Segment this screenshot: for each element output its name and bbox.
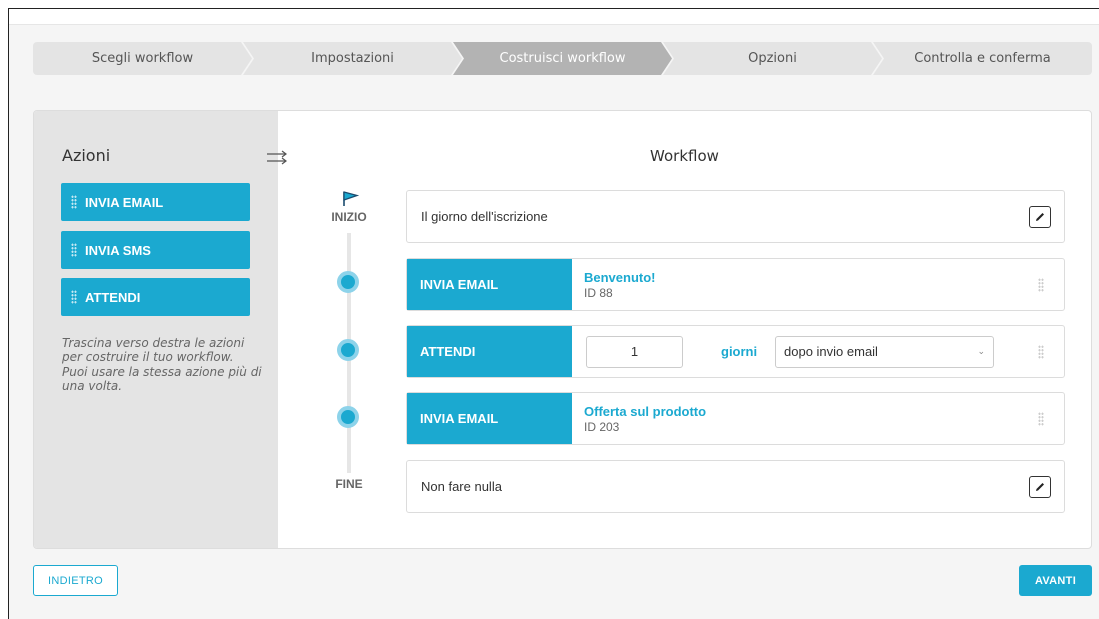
step-scegli-workflow[interactable]: Scegli workflow bbox=[33, 42, 252, 75]
select-value: dopo invio email bbox=[784, 344, 878, 359]
drag-handle-icon bbox=[71, 243, 77, 257]
workflow-start-row: Il giorno dell'iscrizione bbox=[406, 190, 1065, 243]
workflow-step-row[interactable]: INVIA EMAIL Offerta sul prodotto ID 203 bbox=[406, 392, 1065, 445]
next-button[interactable]: AVANTI bbox=[1019, 565, 1092, 596]
workflow-builder-panel: Azioni INVIA EMAIL INVIA SMS ATTENDI Tra… bbox=[33, 110, 1092, 549]
drag-handle-icon[interactable] bbox=[1038, 411, 1044, 426]
pencil-icon bbox=[1036, 482, 1044, 491]
start-trigger-text: Il giorno dell'iscrizione bbox=[421, 209, 548, 224]
edit-end-button[interactable] bbox=[1029, 475, 1051, 498]
wait-condition-select[interactable]: dopo invio email ⌄ bbox=[775, 335, 994, 368]
app-frame: Scegli workflow Impostazioni Costruisci … bbox=[8, 8, 1099, 619]
timeline-node bbox=[337, 339, 359, 361]
step-label: Impostazioni bbox=[311, 51, 394, 66]
actions-sidebar: Azioni INVIA EMAIL INVIA SMS ATTENDI Tra… bbox=[34, 111, 278, 548]
step-opzioni[interactable]: Opzioni bbox=[663, 42, 882, 75]
step-label: Scegli workflow bbox=[91, 51, 194, 66]
email-id: ID 203 bbox=[584, 419, 620, 434]
edit-start-button[interactable] bbox=[1029, 205, 1051, 228]
email-title-link[interactable]: Benvenuto! bbox=[584, 270, 1038, 285]
drag-handle-icon[interactable] bbox=[1038, 277, 1044, 292]
timeline-node bbox=[337, 271, 359, 293]
wait-amount-input[interactable] bbox=[586, 335, 683, 368]
timeline-end-label: FINE bbox=[335, 477, 363, 491]
step-controlla-e-conferma[interactable]: Controlla e conferma bbox=[873, 42, 1092, 75]
action-invia-sms[interactable]: INVIA SMS bbox=[61, 231, 250, 269]
step-action-type: INVIA EMAIL bbox=[407, 259, 572, 310]
email-title-link[interactable]: Offerta sul prodotto bbox=[584, 404, 1038, 419]
step-label: Costruisci workflow bbox=[499, 51, 626, 66]
timeline-node bbox=[337, 406, 359, 428]
drag-handle-icon[interactable] bbox=[1038, 344, 1044, 359]
step-label: Controlla e conferma bbox=[914, 51, 1051, 66]
action-label: ATTENDI bbox=[85, 289, 141, 305]
workflow-step-row[interactable]: ATTENDI giorni dopo invio email ⌄ bbox=[406, 325, 1065, 378]
drag-handle-icon bbox=[71, 290, 77, 304]
timeline-start-label: INIZIO bbox=[331, 210, 367, 224]
sidebar-hint: Trascina verso destra le azioni per cost… bbox=[62, 336, 262, 394]
step-costruisci-workflow[interactable]: Costruisci workflow bbox=[453, 42, 672, 75]
pencil-icon bbox=[1036, 212, 1044, 221]
step-info: Benvenuto! ID 88 bbox=[572, 270, 1038, 300]
action-invia-email[interactable]: INVIA EMAIL bbox=[61, 183, 250, 221]
end-action-text: Non fare nulla bbox=[421, 479, 502, 494]
workflow-end-row: Non fare nulla bbox=[406, 460, 1065, 513]
workflow-step-row[interactable]: INVIA EMAIL Benvenuto! ID 88 bbox=[406, 258, 1065, 311]
step-label: Opzioni bbox=[748, 51, 797, 66]
sidebar-title: Azioni bbox=[62, 146, 111, 165]
back-button[interactable]: INDIETRO bbox=[33, 565, 118, 596]
chevron-down-icon: ⌄ bbox=[977, 346, 985, 356]
top-strip bbox=[9, 9, 1099, 25]
action-label: INVIA EMAIL bbox=[85, 194, 164, 210]
step-action-type: ATTENDI bbox=[407, 326, 572, 377]
action-attendi[interactable]: ATTENDI bbox=[61, 278, 250, 316]
step-info: Offerta sul prodotto ID 203 bbox=[572, 404, 1038, 434]
action-label: INVIA SMS bbox=[85, 242, 151, 258]
wait-unit-label: giorni bbox=[721, 344, 758, 359]
step-impostazioni[interactable]: Impostazioni bbox=[243, 42, 462, 75]
workflow-title: Workflow bbox=[650, 147, 719, 165]
wizard-stepper: Scegli workflow Impostazioni Costruisci … bbox=[33, 42, 1092, 75]
email-id: ID 88 bbox=[584, 285, 613, 300]
drag-handle-icon bbox=[71, 195, 77, 209]
flag-icon bbox=[341, 191, 360, 207]
step-action-type: INVIA EMAIL bbox=[407, 393, 572, 444]
